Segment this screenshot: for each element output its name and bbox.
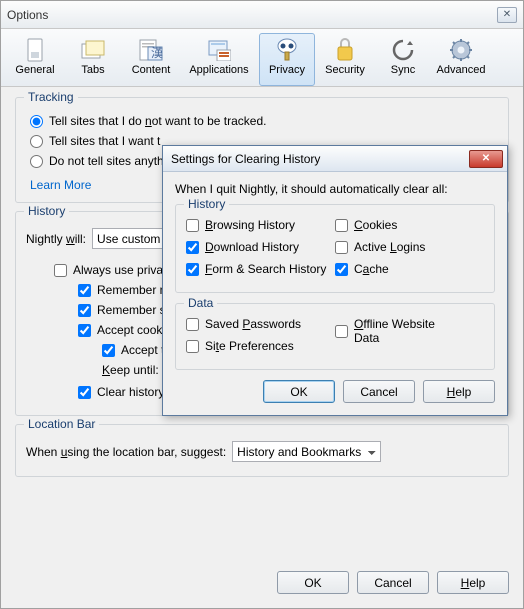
clear-history-settings-dialog: Settings for Clearing History ✕ When I q… [162,145,508,416]
titlebar: Options ✕ [1,1,523,29]
category-label: General [15,64,54,76]
cookies-check[interactable]: Cookies [335,218,484,232]
dialog-footer: OK Cancel Help [1,561,523,608]
checkbox-cache[interactable] [335,263,348,276]
locationbar-group: Location Bar When using the location bar… [15,424,509,477]
radio-do-not-track[interactable] [30,115,43,128]
history-label: History [24,204,69,218]
modal-help-button[interactable]: Help [423,380,495,403]
security-icon [333,38,357,62]
browsing-history-check[interactable]: Browsing History [186,218,335,232]
checkbox-remember-browsing[interactable] [78,284,91,297]
modal-prompt: When I quit Nightly, it should automatic… [175,182,495,196]
ok-button[interactable]: OK [277,571,349,594]
locationbar-prompt: When using the location bar, suggest: [26,445,226,459]
active-logins-check[interactable]: Active Logins [335,240,484,254]
checkbox-download-history[interactable] [186,241,199,254]
radio-want-track[interactable] [30,135,43,148]
tracking-opt-do-not-track[interactable]: Tell sites that I do not want to be trac… [30,114,498,128]
checkbox-saved-passwords[interactable] [186,318,199,331]
locationbar-combo[interactable]: History and Bookmarks [232,441,381,462]
modal-cancel-button[interactable]: Cancel [343,380,415,403]
category-label: Tabs [81,64,104,76]
modal-ok-button[interactable]: OK [263,380,335,403]
modal-footer: OK Cancel Help [175,380,495,403]
category-label: Applications [189,64,248,76]
applications-icon [207,38,231,62]
category-toolbar: General Tabs 漢 Content Applications Priv… [1,29,523,87]
modal-history-group: History Browsing History Download Histor… [175,204,495,293]
checkbox-remember-search[interactable] [78,304,91,317]
modal-history-label: History [184,197,229,211]
tracking-learn-more-link[interactable]: Learn More [30,178,91,192]
window-title: Options [7,8,497,22]
category-general[interactable]: General [7,33,63,86]
checkbox-accept-third-party[interactable] [102,344,115,357]
general-icon [23,38,47,62]
window-close-button[interactable]: ✕ [497,7,517,23]
modal-title: Settings for Clearing History [171,152,469,166]
category-advanced[interactable]: Advanced [433,33,489,86]
keep-until-label: Keep until: [102,363,159,377]
category-label: Privacy [269,64,305,76]
checkbox-always-private[interactable] [54,264,67,277]
saved-passwords-check[interactable]: Saved Passwords [186,317,335,331]
help-button[interactable]: Help [437,571,509,594]
category-label: Sync [391,64,415,76]
form-search-history-check[interactable]: Form & Search History [186,262,335,276]
cancel-button[interactable]: Cancel [357,571,429,594]
site-preferences-check[interactable]: Site Preferences [186,339,335,353]
offline-data-check[interactable]: Offline WebsiteData [335,317,484,345]
modal-titlebar: Settings for Clearing History ✕ [163,146,507,172]
checkbox-browsing-history[interactable] [186,219,199,232]
category-label: Security [325,64,365,76]
category-applications[interactable]: Applications [181,33,257,86]
svg-text:漢: 漢 [151,46,163,60]
download-history-check[interactable]: Download History [186,240,335,254]
tabs-icon [81,38,105,62]
nightly-will-label: Nightly will: [26,232,86,246]
tracking-label: Tracking [24,90,78,104]
advanced-icon [449,38,473,62]
modal-data-group: Data Saved Passwords Site Preferences Of… [175,303,495,370]
category-label: Content [132,64,171,76]
category-sync[interactable]: Sync [375,33,431,86]
checkbox-clear-on-close[interactable] [78,386,91,399]
category-content[interactable]: 漢 Content [123,33,179,86]
privacy-icon [275,38,299,62]
modal-close-button[interactable]: ✕ [469,150,503,168]
category-security[interactable]: Security [317,33,373,86]
checkbox-accept-cookies[interactable] [78,324,91,337]
locationbar-label: Location Bar [24,417,99,431]
category-privacy[interactable]: Privacy [259,33,315,86]
checkbox-cookies[interactable] [335,219,348,232]
sync-icon [391,38,415,62]
category-tabs[interactable]: Tabs [65,33,121,86]
content-icon: 漢 [139,38,163,62]
checkbox-offline-data[interactable] [335,325,348,338]
cache-check[interactable]: Cache [335,262,484,276]
checkbox-site-preferences[interactable] [186,340,199,353]
radio-no-pref[interactable] [30,155,43,168]
checkbox-form-search[interactable] [186,263,199,276]
checkbox-active-logins[interactable] [335,241,348,254]
category-label: Advanced [437,64,486,76]
modal-data-label: Data [184,296,217,310]
